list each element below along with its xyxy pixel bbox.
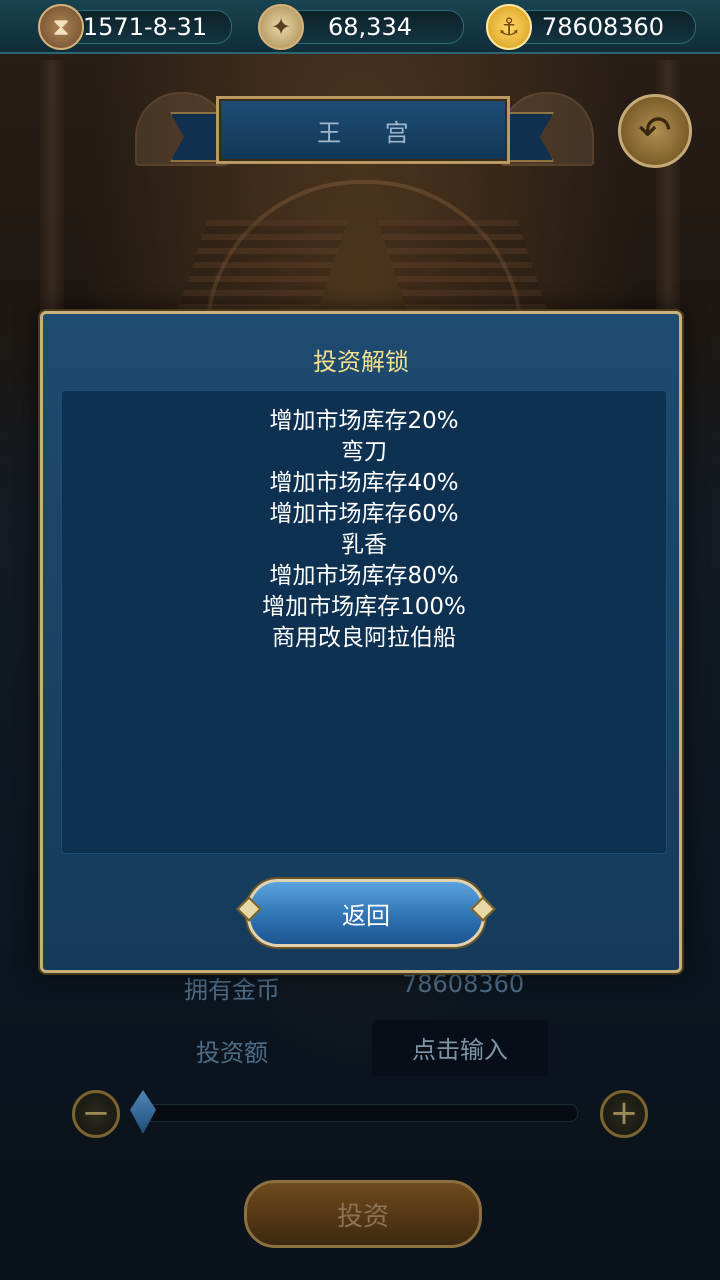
return-button[interactable]: 返回 [236,879,496,947]
button-ornament [470,896,496,922]
owned-gold-label: 拥有金币 [184,976,280,1004]
owned-gold-value: 78608360 [402,970,525,998]
unlock-list-panel: 增加市场库存20% 弯刀 增加市场库存40% 增加市场库存60% 乳香 增加市场… [61,390,667,854]
unlock-item: 增加市场库存40% [269,470,459,496]
slider-handle[interactable] [130,1090,156,1134]
unlock-item: 增加市场库存20% [269,408,459,434]
unlock-item: 增加市场库存80% [269,563,459,589]
dialog-title: 投资解锁 [313,348,409,376]
return-button-label: 返回 [342,901,390,930]
invest-button-label: 投资 [336,1201,389,1232]
invest-amount-placeholder[interactable]: 点击输入 [372,1030,548,1065]
unlock-item: 弯刀 [341,439,387,465]
button-ornament [236,896,262,922]
invest-slider[interactable] [140,1104,578,1122]
unlock-item: 增加市场库存100% [262,594,466,620]
increase-button[interactable]: + [600,1090,648,1138]
unlock-list: 增加市场库存20% 弯刀 增加市场库存40% 增加市场库存60% 乳香 增加市场… [62,406,666,654]
unlock-dialog: 投资解锁 增加市场库存20% 弯刀 增加市场库存40% 增加市场库存60% 乳香… [40,311,682,973]
invest-button[interactable]: 投资 [244,1180,482,1248]
unlock-item: 乳香 [341,532,387,558]
plus-icon: + [609,1093,639,1133]
invest-amount-label: 投资额 [196,1039,268,1067]
decrease-button[interactable]: − [72,1090,120,1138]
unlock-item: 增加市场库存60% [269,501,459,527]
minus-icon: − [81,1093,111,1133]
unlock-item: 商用改良阿拉伯船 [272,625,456,651]
